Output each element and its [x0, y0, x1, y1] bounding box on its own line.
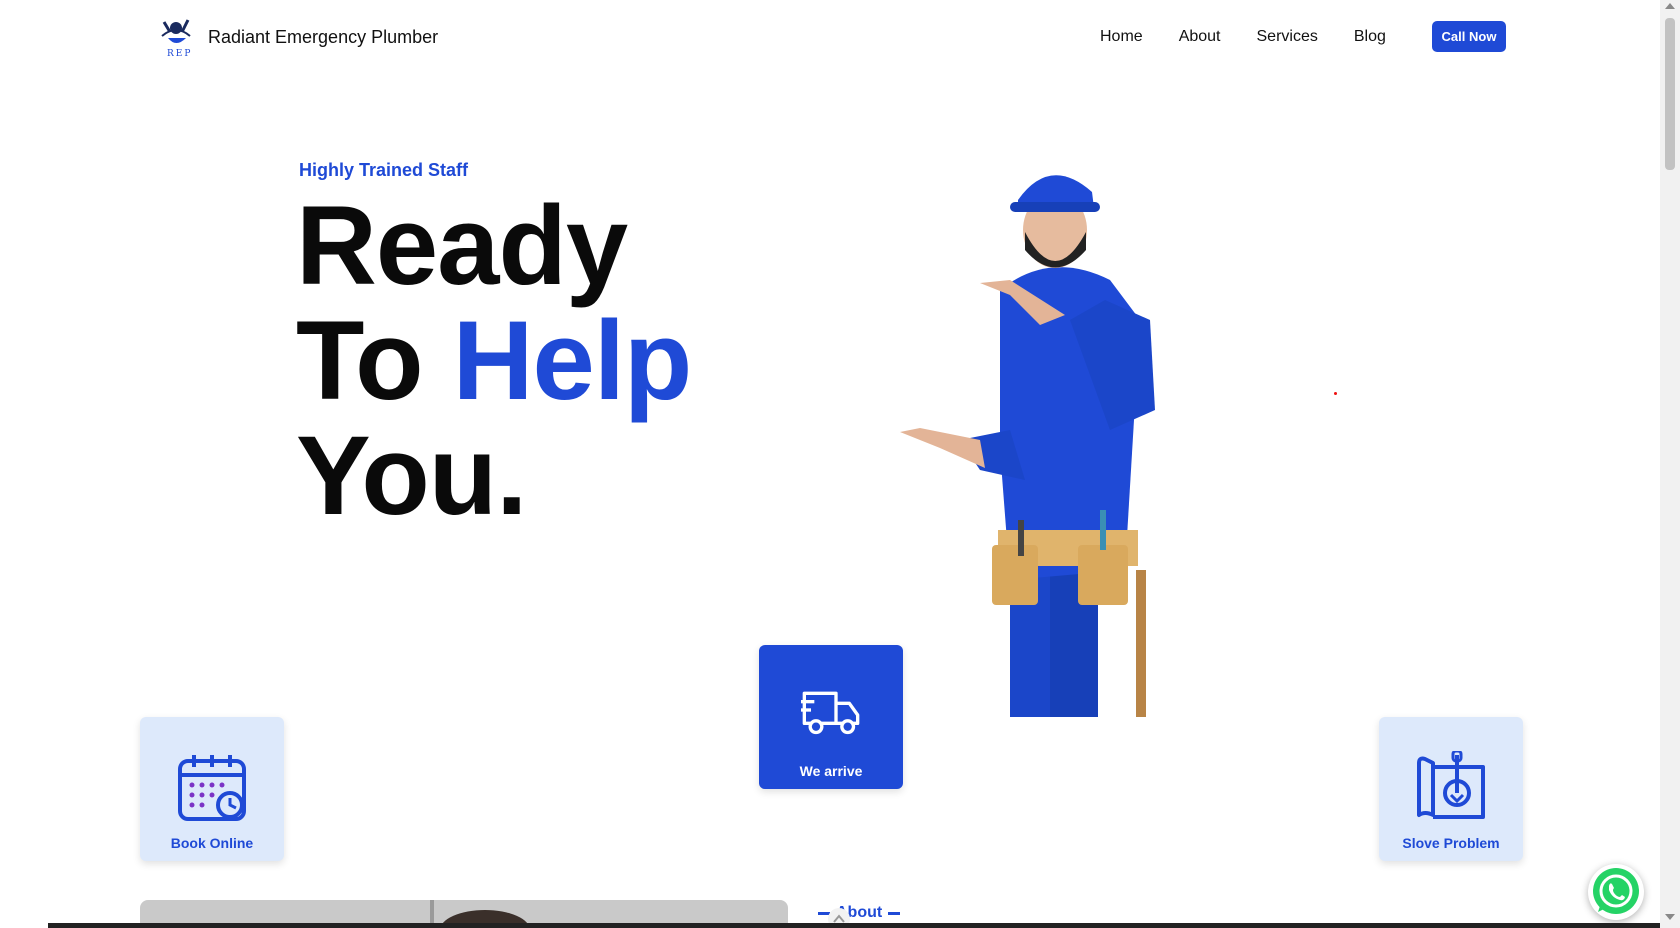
repair-icon — [1417, 751, 1485, 819]
scroll-up-arrow[interactable] — [1665, 3, 1675, 9]
brand[interactable]: REP Radiant Emergency Plumber — [156, 14, 438, 60]
card-solve-label: Slove Problem — [1402, 835, 1500, 851]
bottom-edge-left — [0, 923, 48, 928]
bottom-edge — [0, 923, 1660, 928]
card-arrive-label: We arrive — [799, 763, 863, 779]
card-book-label: Book Online — [170, 835, 254, 851]
nav-blog[interactable]: Blog — [1354, 28, 1386, 46]
headline-to: To — [296, 298, 424, 423]
card-we-arrive[interactable]: We arrive — [759, 645, 903, 789]
nav-links: Home About Services Blog — [1100, 28, 1422, 46]
whatsapp-icon — [1593, 868, 1639, 914]
logo-text: REP — [167, 49, 193, 59]
plumber-image — [900, 175, 1155, 717]
headline-line-3: You. — [296, 413, 527, 538]
calendar-icon — [178, 755, 246, 821]
nav-about[interactable]: About — [1179, 28, 1221, 46]
dash-right — [888, 911, 901, 915]
call-now-button[interactable]: Call Now — [1432, 21, 1506, 52]
nav-services[interactable]: Services — [1257, 28, 1318, 46]
scrollbar[interactable] — [1660, 0, 1680, 928]
card-book-online[interactable]: Book Online — [140, 717, 284, 861]
hero-headline: Ready To Help You. — [296, 183, 692, 538]
headline-line-1: Ready — [296, 183, 628, 308]
brand-logo: REP — [156, 14, 198, 60]
red-dot — [1334, 392, 1337, 395]
brand-name: Radiant Emergency Plumber — [208, 26, 439, 47]
card-solve-problem[interactable]: Slove Problem — [1379, 717, 1523, 861]
page: REP Radiant Emergency Plumber Home About… — [0, 0, 1680, 928]
scroll-down-arrow[interactable] — [1665, 914, 1675, 920]
headline-help: Help — [452, 298, 693, 423]
headline-line-2: To Help — [296, 303, 692, 418]
hero-eyebrow: Highly Trained Staff — [299, 160, 469, 180]
nav-home[interactable]: Home — [1100, 28, 1143, 46]
navbar: REP Radiant Emergency Plumber Home About… — [0, 0, 1660, 78]
scroll-thumb[interactable] — [1665, 18, 1675, 170]
whatsapp-button[interactable] — [1588, 864, 1644, 920]
truck-icon — [801, 691, 860, 735]
